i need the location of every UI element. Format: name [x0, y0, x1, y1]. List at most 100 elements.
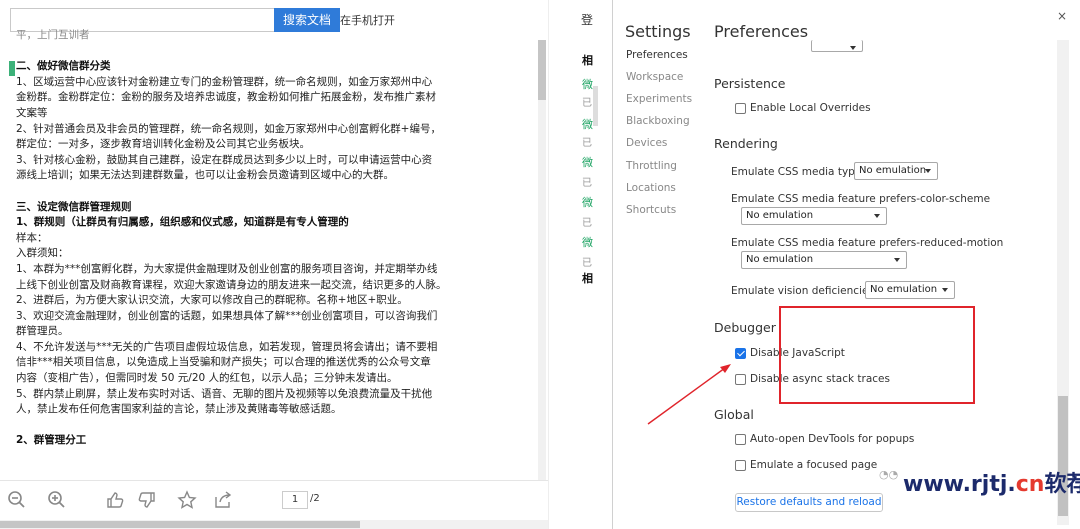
- doc-heading: 二、做好微信群分类: [16, 60, 111, 73]
- preferences-title: Preferences: [714, 22, 809, 41]
- doc-line: 2、针对普通会员及非会员的管理群，统一命名规则，如金万家郑州中心创富孵化群+编号…: [16, 122, 441, 135]
- vision-deficiency-label: Emulate vision deficiencies: [731, 285, 874, 297]
- doc-line: 2、进群后，为方便大家认识交流，大家可以修改自己的群昵称。名称+地区+职业。: [16, 294, 408, 307]
- doc-toolbar: 1 /2: [0, 480, 548, 520]
- related-doc-link[interactable]: 微: [582, 194, 593, 210]
- related-heading: 相: [582, 272, 593, 285]
- auto-open-devtools-label: Auto-open DevTools for popups: [750, 433, 915, 445]
- nav-item-devices[interactable]: Devices: [626, 137, 667, 149]
- doc-spacer: [16, 44, 462, 60]
- restore-defaults-button[interactable]: Restore defaults and reload: [735, 493, 883, 512]
- doc-heading: 2、群管理分工: [16, 434, 87, 447]
- share-icon[interactable]: [212, 489, 234, 511]
- thumbs-down-icon[interactable]: [136, 489, 158, 511]
- reduced-motion-select[interactable]: No emulation: [741, 251, 907, 269]
- doc-line: 3、欢迎交流金融理财，创业创富的话题，如果想具体了解***创业创富项目，可以咨询…: [16, 309, 438, 322]
- rendering-heading: Rendering: [714, 136, 778, 151]
- doc-heading: 1、群规则（让群员有归属感，组织感和仪式感，知道群是有专人管理的: [16, 216, 349, 229]
- related-doc-meta: 已: [582, 258, 592, 269]
- css-media-type-label: Emulate CSS media type: [731, 166, 862, 178]
- login-link[interactable]: 登: [581, 11, 593, 28]
- nav-item-throttling[interactable]: Throttling: [626, 160, 677, 172]
- related-doc-meta: 已: [582, 218, 592, 229]
- color-scheme-label: Emulate CSS media feature prefers-color-…: [731, 193, 991, 205]
- nav-item-experiments[interactable]: Experiments: [626, 93, 692, 105]
- doc-line: 信非***相关项目信息，以免造成上当受骗和财产损失；可以合理的推送优秀的公众号文…: [16, 356, 431, 369]
- zoom-in-icon[interactable]: [46, 489, 68, 511]
- doc-line: 文案等: [16, 106, 48, 119]
- settings-nav: Settings Preferences Workspace Experiments…: [613, 0, 701, 529]
- nav-item-workspace[interactable]: Workspace: [626, 71, 683, 83]
- open-on-phone-link[interactable]: 在手机打开: [340, 12, 395, 28]
- doc-line: 内容（变相广告），但需同时发 50 元/20 人的红包，以示人品；三分钟未发请出…: [16, 372, 398, 385]
- doc-spacer: [16, 184, 462, 200]
- doc-line: 入群须知：: [16, 247, 69, 260]
- doc-scrollbar[interactable]: [538, 40, 546, 480]
- persistence-heading: Persistence: [714, 76, 786, 91]
- cut-off-select[interactable]: [811, 40, 863, 52]
- related-doc-meta: 已: [582, 178, 592, 189]
- enable-local-overrides-checkbox[interactable]: [735, 103, 746, 114]
- document-viewer: 搜索文档 在手机打开 平，上门互训者 二、做好微信群分类 1、区域运营中心应该针对金…: [0, 0, 548, 529]
- doc-scroll-thumb[interactable]: [538, 40, 546, 100]
- close-icon[interactable]: ×: [1057, 9, 1067, 23]
- doc-line: 5、群内禁止刷屏，禁止发布实时对话、语音、无聊的图片及视频等以免浪费流量及干扰他: [16, 387, 433, 400]
- nav-item-locations[interactable]: Locations: [626, 182, 676, 194]
- related-doc-link[interactable]: 微: [582, 76, 593, 92]
- wechat-icon: ◔◔: [879, 468, 899, 481]
- global-heading: Global: [714, 407, 754, 422]
- vision-deficiency-select[interactable]: No emulation: [865, 281, 955, 299]
- enable-local-overrides-label: Enable Local Overrides: [750, 102, 871, 114]
- settings-title: Settings: [625, 22, 691, 41]
- related-doc-meta: 已: [582, 138, 592, 149]
- settings-scrollbar[interactable]: [1057, 40, 1069, 525]
- thumbs-up-icon[interactable]: [104, 489, 126, 511]
- doc-line: 群定位：一对多，逐步教育培训转化金粉及公司其它业务板块。: [16, 138, 310, 151]
- nav-item-shortcuts[interactable]: Shortcuts: [626, 204, 676, 216]
- section-marker: [9, 61, 15, 76]
- related-doc-meta: 已: [582, 98, 592, 109]
- nav-item-preferences[interactable]: Preferences: [626, 49, 688, 61]
- watermark: ◔◔ www.rjtj.cn软荐网: [879, 466, 1080, 502]
- related-docs-pane: 登 相微已微已微已微已微已相: [548, 0, 598, 529]
- css-media-type-select[interactable]: No emulation: [854, 162, 938, 180]
- emulate-focused-page-checkbox[interactable]: [735, 460, 746, 471]
- side-scrollbar[interactable]: [593, 86, 598, 126]
- doc-line: 4、不允许发送与***无关的广告项目虚假垃圾信息，如若发现，管理员将会请出；请不…: [16, 340, 438, 353]
- page-total: /2: [310, 493, 320, 504]
- doc-spacer: [16, 418, 462, 434]
- related-doc-link[interactable]: 微: [582, 116, 593, 132]
- debugger-heading: Debugger: [714, 320, 776, 335]
- watermark-cn: cn: [1015, 472, 1045, 497]
- related-heading: 相: [582, 54, 593, 67]
- reduced-motion-label: Emulate CSS media feature prefers-reduce…: [731, 237, 1004, 249]
- doc-horizontal-scrollbar[interactable]: [0, 520, 548, 529]
- page-number-input[interactable]: 1: [282, 491, 308, 509]
- doc-line: 人，禁止发布任何危害国家利益的言论，禁止涉及黄赌毒等敏感话题。: [16, 403, 342, 416]
- doc-line: 1、区域运营中心应该针对金粉建立专门的金粉管理群，统一命名规则，如金万家郑州中心: [16, 75, 433, 88]
- devtools-settings-panel: Settings Preferences Workspace Experiments…: [612, 0, 1080, 529]
- doc-line: 源线上培训；如果无法达到建群数量，也可以让金粉会员邀请到区域中心的大群。: [16, 169, 394, 182]
- related-doc-link[interactable]: 微: [582, 234, 593, 250]
- doc-line: 样本：: [16, 231, 48, 244]
- doc-heading: 三、设定微信群管理规则: [16, 200, 132, 213]
- doc-horizontal-scroll-thumb[interactable]: [0, 521, 360, 528]
- zoom-out-icon[interactable]: [6, 489, 28, 511]
- color-scheme-select[interactable]: No emulation: [741, 207, 887, 225]
- debugger-highlight-box: [779, 306, 975, 404]
- doc-line: 金粉群。金粉群定位：金粉的服务及培养忠诚度，教金粉如何推广拓展金粉，发布推广素材: [16, 91, 436, 104]
- related-doc-link[interactable]: 微: [582, 154, 593, 170]
- watermark-prefix: www.rjtj.: [903, 472, 1016, 497]
- doc-line: 3、针对核心金粉，鼓励其自己建群，设定在群成员达到多少以上时，可以申请运营中心资: [16, 153, 433, 166]
- watermark-suffix: 软荐网: [1044, 472, 1080, 497]
- doc-line: 上线下创业创富及财商教育课程，欢迎大家邀请身边的朋友进来一起交流，结识更多的人脉…: [16, 278, 447, 291]
- star-icon[interactable]: [176, 489, 198, 511]
- doc-line: 1、本群为***创富孵化群，为大家提供金融理财及创业创富的服务项目咨询，并定期举…: [16, 262, 438, 275]
- preferences-content: Preferences Persistence Enable Local Ove…: [701, 0, 1080, 529]
- auto-open-devtools-checkbox[interactable]: [735, 434, 746, 445]
- disable-async-stack-traces-checkbox[interactable]: [735, 374, 746, 385]
- nav-item-blackboxing[interactable]: Blackboxing: [626, 115, 690, 127]
- doc-line: 群管理员。: [16, 325, 69, 338]
- disable-javascript-checkbox[interactable]: [735, 348, 746, 359]
- emulate-focused-page-label: Emulate a focused page: [750, 459, 878, 471]
